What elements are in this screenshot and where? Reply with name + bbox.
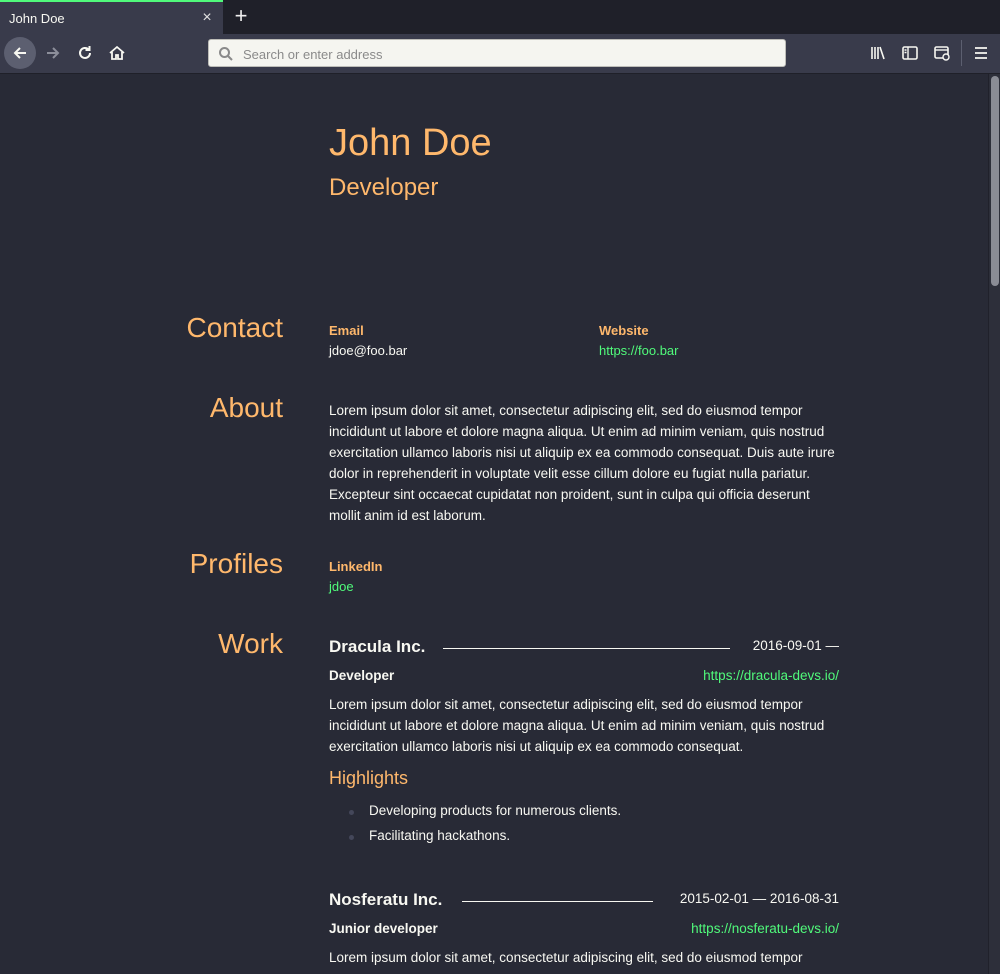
search-icon: [219, 47, 233, 61]
tab-title: John Doe: [9, 11, 65, 26]
toolbar-divider: [961, 40, 962, 66]
page-scrollbar[interactable]: [988, 74, 1000, 974]
resume-label: Developer: [329, 174, 439, 201]
profile-network: LinkedIn: [329, 559, 383, 574]
website-label: Website: [599, 323, 649, 338]
reload-button[interactable]: [70, 38, 100, 68]
highlight-item: Developing products for numerous clients…: [369, 803, 622, 818]
scrollbar-thumb[interactable]: [991, 76, 999, 286]
tab-active[interactable]: John Doe ×: [0, 0, 223, 34]
work-dates: 2016-09-01 —: [752, 638, 839, 653]
work-website-link[interactable]: https://nosferatu-devs.io/: [691, 921, 839, 936]
section-title-profiles: Profiles: [189, 548, 283, 579]
address-bar[interactable]: [208, 39, 786, 67]
address-input[interactable]: [241, 44, 775, 64]
library-icon: [871, 46, 885, 60]
highlight-item: Facilitating hackathons.: [369, 828, 511, 843]
highlights-title: Highlights: [329, 768, 409, 788]
hamburger-menu-icon: [975, 47, 987, 59]
work-company: Dracula Inc.: [329, 637, 426, 656]
sidebar-button[interactable]: [895, 38, 925, 68]
home-button[interactable]: [102, 38, 132, 68]
list-bullet: [349, 810, 354, 815]
new-tab-button[interactable]: +: [230, 5, 252, 27]
back-button[interactable]: [4, 37, 36, 69]
screenshot-icon: [934, 46, 950, 61]
divider-line: [443, 648, 730, 649]
sidebar-icon: [902, 46, 918, 60]
reader-view-button[interactable]: [927, 38, 957, 68]
work-company: Nosferatu Inc.: [329, 890, 443, 909]
close-tab-icon[interactable]: ×: [198, 9, 216, 27]
resume-name: John Doe: [329, 122, 492, 164]
nav-toolbar: [0, 34, 1000, 74]
divider-line: [462, 901, 653, 902]
list-bullet: [349, 835, 354, 840]
work-summary: Lorem ipsum dolor sit amet, consectetur …: [329, 950, 803, 965]
work-position: Developer: [329, 668, 395, 683]
work-website-link[interactable]: https://dracula-devs.io/: [703, 668, 839, 683]
about-text: Lorem ipsum dolor sit amet, consectetur …: [329, 403, 835, 523]
section-title-work: Work: [218, 628, 283, 659]
email-label: Email: [329, 323, 364, 338]
website-link[interactable]: https://foo.bar: [599, 343, 679, 358]
back-arrow-icon: [13, 47, 26, 59]
menu-button[interactable]: [966, 38, 996, 68]
work-position: Junior developer: [329, 921, 438, 936]
section-title-about: About: [209, 392, 283, 423]
profile-username-link[interactable]: jdoe: [329, 579, 354, 594]
page-content: John Doe Developer Contact Email jdoe@fo…: [0, 74, 988, 974]
reload-icon: [79, 46, 91, 59]
tab-bar: John Doe × +: [0, 0, 1000, 34]
forward-button[interactable]: [38, 38, 68, 68]
forward-arrow-icon: [47, 47, 60, 59]
home-icon: [109, 45, 125, 60]
section-title-contact: Contact: [186, 312, 284, 343]
work-dates: 2015-02-01 — 2016-08-31: [679, 891, 839, 906]
email-value: jdoe@foo.bar: [329, 343, 408, 358]
work-summary: Lorem ipsum dolor sit amet, consectetur …: [329, 697, 825, 754]
library-button[interactable]: [863, 38, 893, 68]
